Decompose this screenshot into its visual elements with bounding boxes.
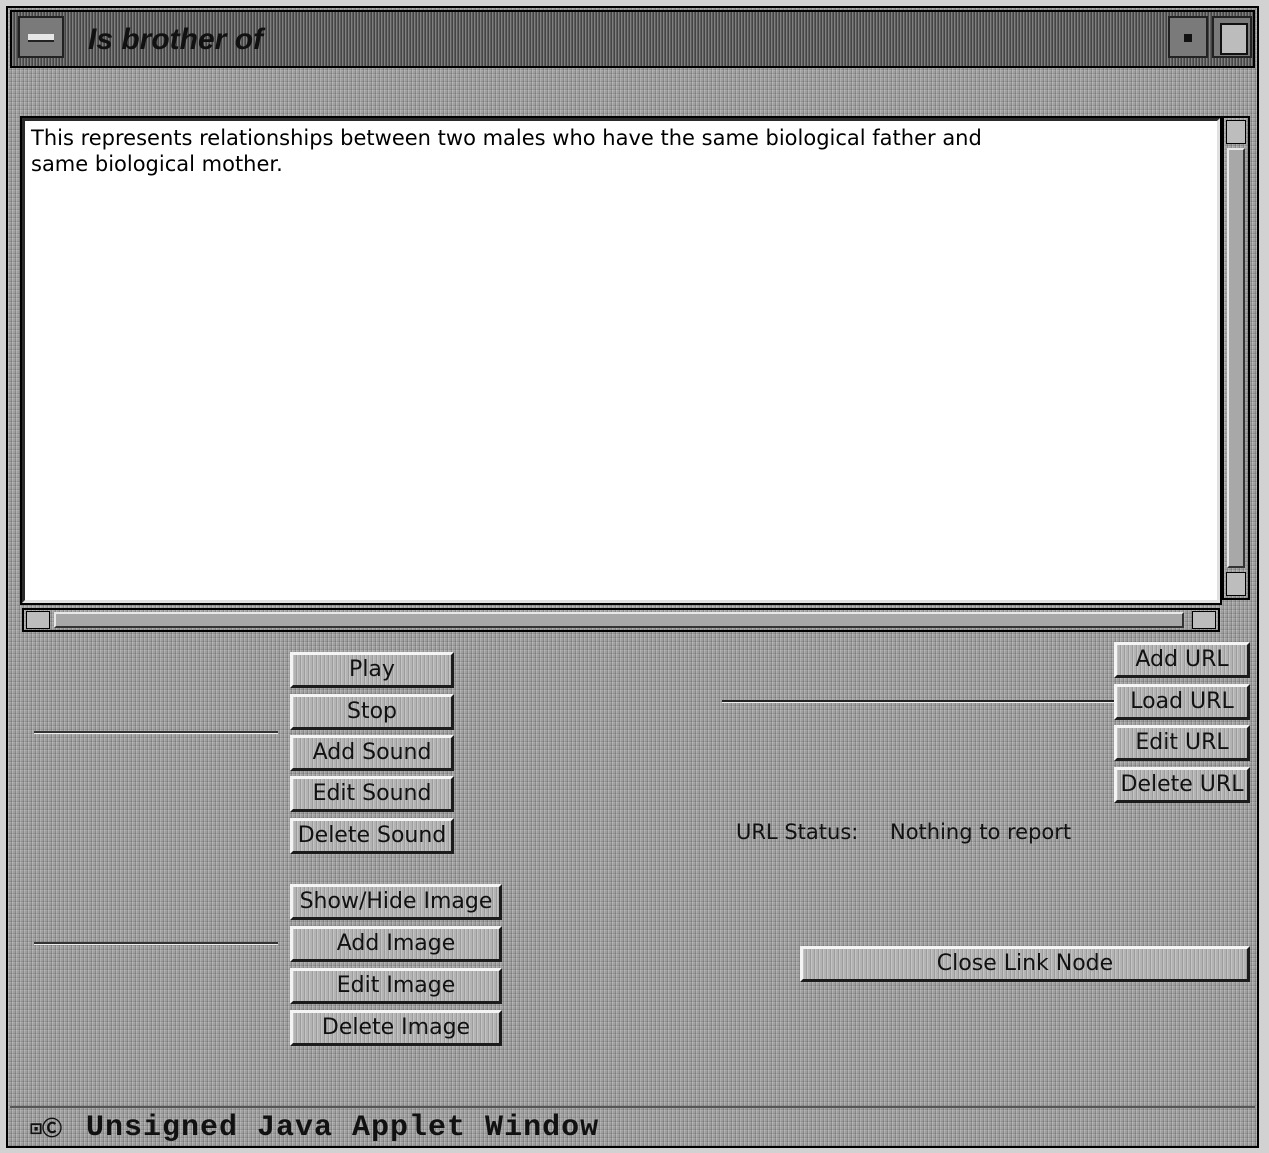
scroll-down-icon[interactable]: [1226, 572, 1246, 596]
delete-sound-button[interactable]: Delete Sound: [290, 818, 454, 854]
description-text: This represents relationships between tw…: [31, 126, 982, 176]
scroll-left-icon[interactable]: [26, 611, 50, 629]
sound-separator: [34, 731, 278, 734]
delete-url-button[interactable]: Delete URL: [1114, 767, 1250, 803]
edit-url-button[interactable]: Edit URL: [1114, 725, 1250, 761]
url-separator: [722, 700, 1114, 703]
close-link-node-button[interactable]: Close Link Node: [800, 946, 1250, 982]
applet-warning-text: Unsigned Java Applet Window: [86, 1111, 600, 1145]
edit-image-button[interactable]: Edit Image: [290, 968, 502, 1004]
horizontal-scroll-thumb[interactable]: [54, 612, 1184, 628]
add-image-button[interactable]: Add Image: [290, 926, 502, 962]
stop-button[interactable]: Stop: [290, 694, 454, 730]
play-button[interactable]: Play: [290, 652, 454, 688]
horizontal-scrollbar[interactable]: [22, 608, 1220, 632]
url-status-value: Nothing to report: [890, 820, 1072, 844]
maximize-icon[interactable]: [1212, 16, 1252, 58]
minimize-icon[interactable]: [1168, 16, 1208, 58]
window-title: Is brother of: [88, 23, 264, 56]
add-sound-button[interactable]: Add Sound: [290, 735, 454, 771]
scroll-right-icon[interactable]: [1192, 611, 1216, 629]
java-applet-icon: ⊡Ⓒ: [30, 1116, 63, 1140]
add-url-button[interactable]: Add URL: [1114, 642, 1250, 678]
delete-image-button[interactable]: Delete Image: [290, 1010, 502, 1046]
vertical-scrollbar[interactable]: [1222, 116, 1250, 600]
vertical-scroll-thumb[interactable]: [1227, 148, 1245, 568]
url-status-label: URL Status:: [736, 820, 859, 844]
load-url-button[interactable]: Load URL: [1114, 684, 1250, 720]
show-hide-image-button[interactable]: Show/Hide Image: [290, 884, 502, 920]
image-separator: [34, 942, 278, 945]
description-text-area[interactable]: This represents relationships between tw…: [20, 116, 1222, 605]
edit-sound-button[interactable]: Edit Sound: [290, 776, 454, 812]
window-menu-icon[interactable]: [18, 16, 64, 58]
scroll-up-icon[interactable]: [1226, 120, 1246, 144]
